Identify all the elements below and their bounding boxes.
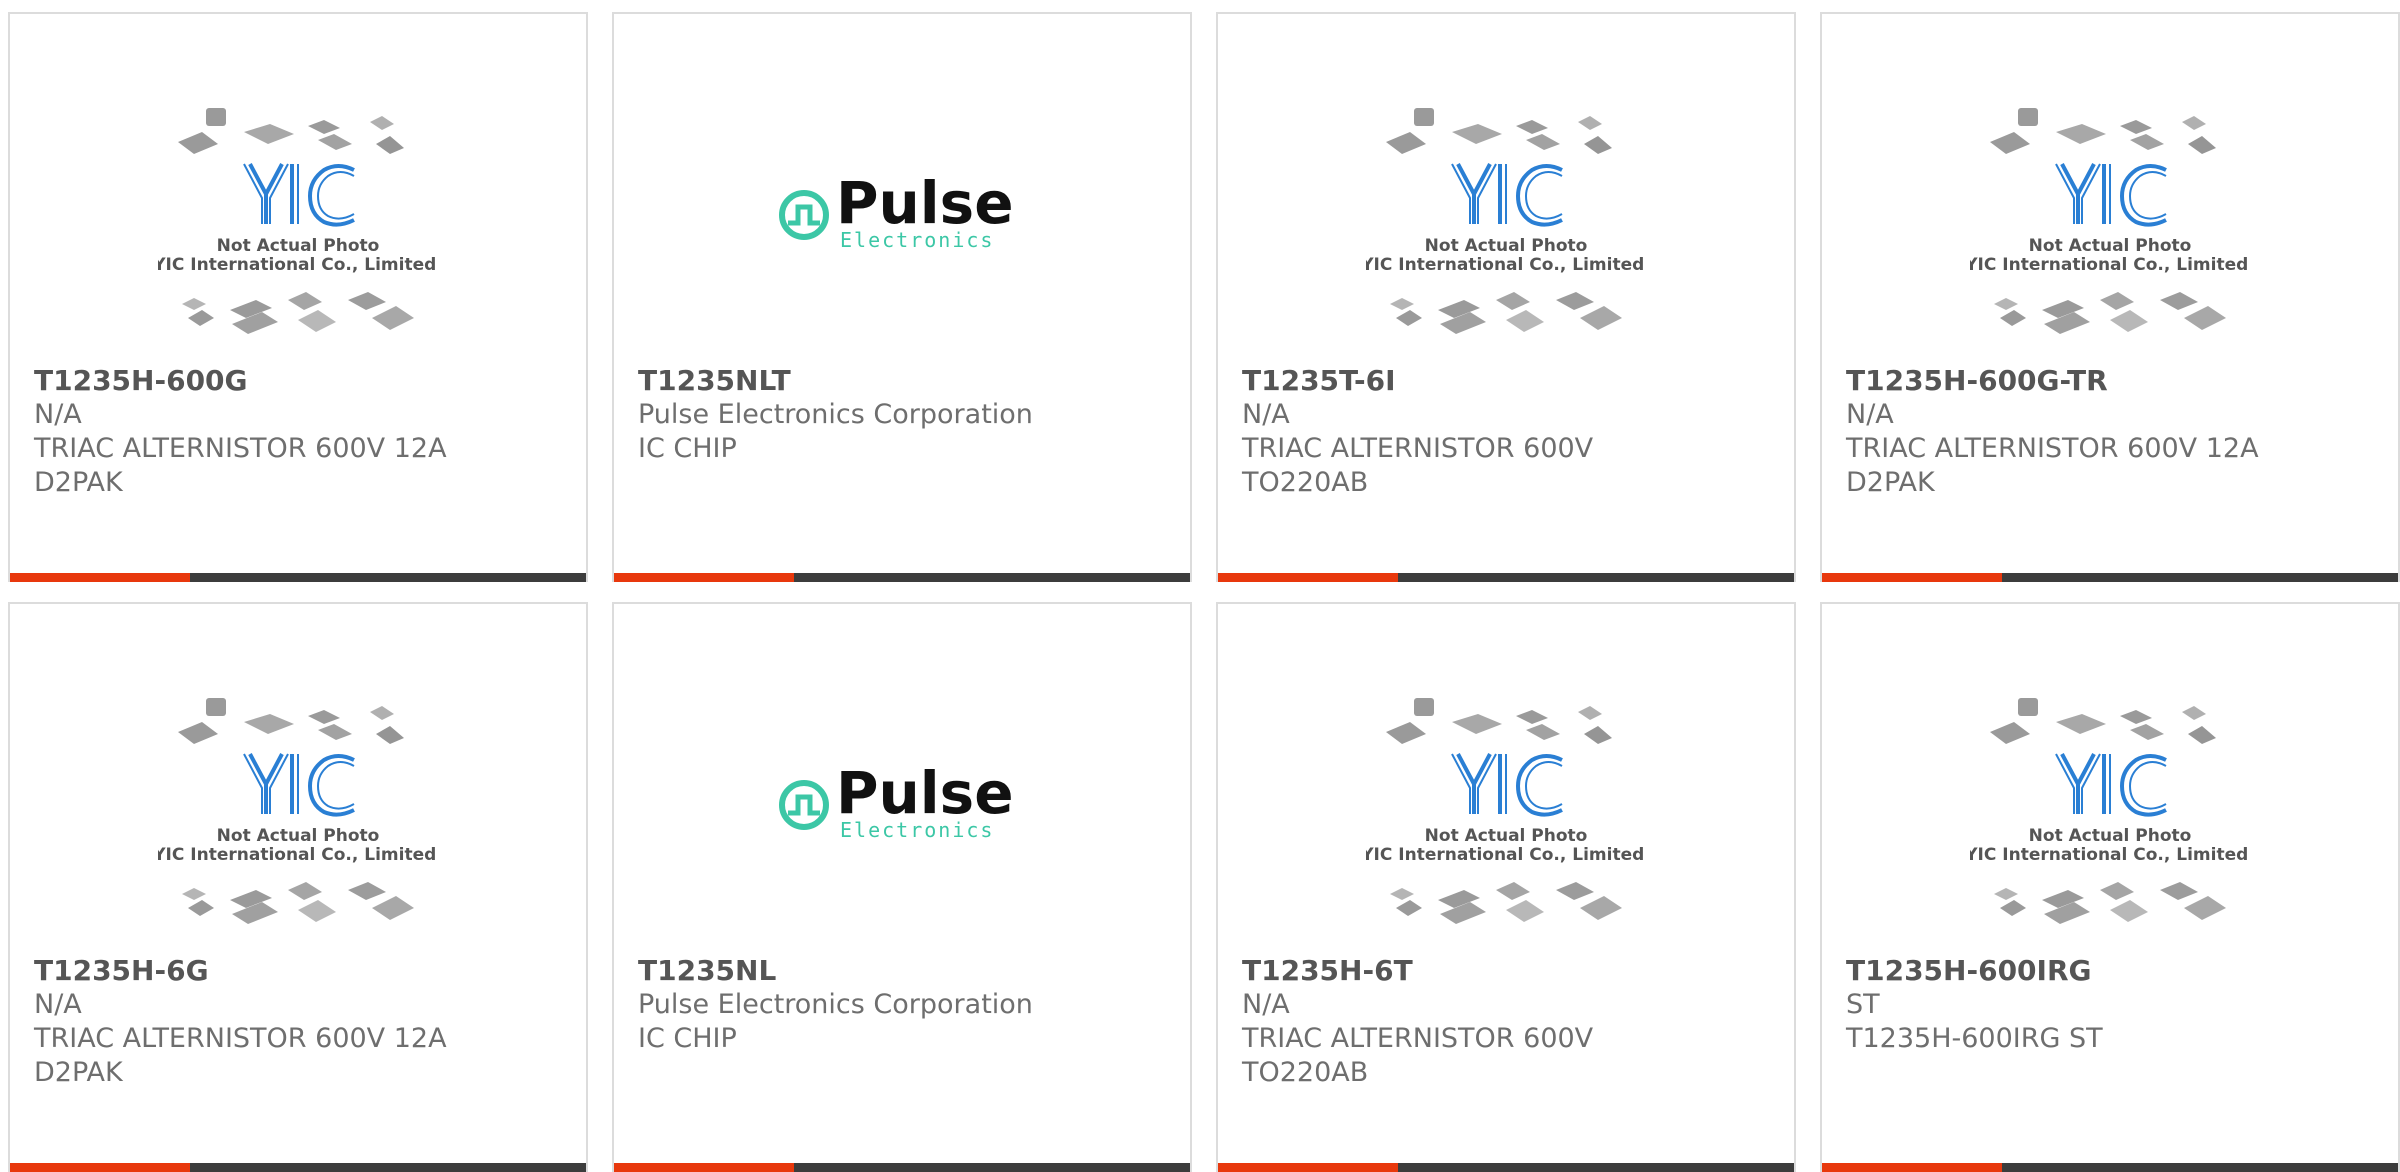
- product-description: T1235H-600IRG ST: [1846, 1023, 2103, 1054]
- product-card[interactable]: Pulse Electronics T1235NL Pulse Electroni…: [612, 602, 1192, 1172]
- product-manufacturer: Pulse Electronics Corporation: [638, 399, 1033, 430]
- product-part-number[interactable]: T1235H-6G: [34, 954, 574, 988]
- yic-placeholder-icon: Not Actual Photo YIC International Co., …: [1366, 698, 1646, 924]
- product-thumbnail[interactable]: Not Actual Photo YIC International Co., …: [1822, 104, 2398, 374]
- product-info: T1235NL Pulse Electronics Corporation IC C…: [638, 954, 1178, 1056]
- pulse-logo-sub: Electronics: [840, 228, 994, 252]
- yic-placeholder-icon: Not Actual Photo YIC International Co., …: [1970, 698, 2250, 924]
- product-package: D2PAK: [34, 467, 123, 498]
- yic-placeholder-icon: Not Actual Photo YIC International Co., …: [1970, 108, 2250, 334]
- card-footer-bar: [10, 573, 586, 582]
- product-package: TO220AB: [1242, 1057, 1369, 1088]
- yic-caption-line2: YIC International Co., Limited.: [1970, 255, 2250, 275]
- product-manufacturer: N/A: [1242, 989, 1290, 1020]
- card-footer-accent: [10, 1163, 190, 1172]
- yic-placeholder-icon: Not Actual Photo YIC International Co., …: [158, 108, 438, 334]
- card-footer-bar: [1822, 573, 2398, 582]
- yic-caption-line2: YIC International Co., Limited.: [158, 255, 438, 275]
- product-package: D2PAK: [34, 1057, 123, 1088]
- card-footer-accent: [1822, 1163, 2002, 1172]
- card-footer-accent: [614, 573, 794, 582]
- card-footer-bar: [1822, 1163, 2398, 1172]
- yic-caption-line1: Not Actual Photo: [217, 236, 380, 256]
- product-info: T1235H-6G N/A TRIAC ALTERNISTOR 600V 12A D2…: [34, 954, 574, 1090]
- card-footer-accent: [10, 573, 190, 582]
- product-manufacturer: N/A: [1846, 399, 1894, 430]
- product-card[interactable]: Not Actual Photo YIC International Co., …: [1216, 602, 1796, 1172]
- product-description: TRIAC ALTERNISTOR 600V 12A: [1846, 433, 2259, 464]
- yic-caption-line2: YIC International Co., Limited.: [1366, 845, 1646, 865]
- product-description: TRIAC ALTERNISTOR 600V: [1242, 1023, 1594, 1054]
- product-thumbnail[interactable]: Not Actual Photo YIC International Co., …: [10, 104, 586, 374]
- card-footer-bar: [614, 1163, 1190, 1172]
- product-card[interactable]: Not Actual Photo YIC International Co., …: [1216, 12, 1796, 582]
- product-part-number[interactable]: T1235H-6T: [1242, 954, 1782, 988]
- yic-caption-line1: Not Actual Photo: [1425, 826, 1588, 846]
- product-thumbnail[interactable]: Not Actual Photo YIC International Co., …: [1218, 104, 1794, 374]
- product-card[interactable]: Not Actual Photo YIC International Co., …: [8, 12, 588, 582]
- product-card[interactable]: Not Actual Photo YIC International Co., …: [8, 602, 588, 1172]
- card-footer-bar: [1218, 1163, 1794, 1172]
- yic-caption-line2: YIC International Co., Limited.: [1366, 255, 1646, 275]
- product-info: T1235H-600G N/A TRIAC ALTERNISTOR 600V 12A…: [34, 364, 574, 500]
- product-manufacturer: Pulse Electronics Corporation: [638, 989, 1033, 1020]
- product-info: T1235T-6I N/A TRIAC ALTERNISTOR 600V TO220A…: [1242, 364, 1782, 500]
- pulse-logo-name: Pulse: [836, 169, 1014, 237]
- product-thumbnail[interactable]: Not Actual Photo YIC International Co., …: [1218, 694, 1794, 964]
- product-thumbnail[interactable]: Not Actual Photo YIC International Co., …: [1822, 694, 2398, 964]
- card-footer-accent: [614, 1163, 794, 1172]
- product-info: T1235H-600G-TR N/A TRIAC ALTERNISTOR 600V …: [1846, 364, 2386, 500]
- product-package: D2PAK: [1846, 467, 1935, 498]
- card-footer-accent: [1218, 573, 1398, 582]
- card-footer-bar: [614, 573, 1190, 582]
- product-part-number[interactable]: T1235NLT: [638, 364, 1178, 398]
- product-package: TO220AB: [1242, 467, 1369, 498]
- yic-caption-line1: Not Actual Photo: [2029, 826, 2192, 846]
- yic-caption-line1: Not Actual Photo: [2029, 236, 2192, 256]
- product-info: T1235H-600IRG ST T1235H-600IRG ST: [1846, 954, 2386, 1056]
- pulse-electronics-logo-icon: Pulse Electronics: [779, 169, 1014, 252]
- product-part-number[interactable]: T1235NL: [638, 954, 1178, 988]
- yic-placeholder-icon: Not Actual Photo YIC International Co., …: [158, 698, 438, 924]
- product-description: IC CHIP: [638, 1023, 737, 1054]
- yic-caption-line1: Not Actual Photo: [1425, 236, 1588, 256]
- card-footer-accent: [1822, 573, 2002, 582]
- pulse-electronics-logo-icon: Pulse Electronics: [779, 759, 1014, 842]
- product-card[interactable]: Pulse Electronics T1235NLT Pulse Electron…: [612, 12, 1192, 582]
- yic-placeholder-icon: Not Actual Photo YIC International Co., …: [1366, 108, 1646, 334]
- product-description: TRIAC ALTERNISTOR 600V 12A: [34, 433, 447, 464]
- product-card[interactable]: Not Actual Photo YIC International Co., …: [1820, 602, 2400, 1172]
- product-manufacturer: N/A: [1242, 399, 1290, 430]
- yic-caption-line2: YIC International Co., Limited.: [1970, 845, 2250, 865]
- product-info: T1235NLT Pulse Electronics Corporation IC …: [638, 364, 1178, 466]
- yic-caption-line1: Not Actual Photo: [217, 826, 380, 846]
- product-part-number[interactable]: T1235H-600G: [34, 364, 574, 398]
- product-description: IC CHIP: [638, 433, 737, 464]
- card-footer-bar: [1218, 573, 1794, 582]
- card-footer-accent: [1218, 1163, 1398, 1172]
- product-description: TRIAC ALTERNISTOR 600V 12A: [34, 1023, 447, 1054]
- product-description: TRIAC ALTERNISTOR 600V: [1242, 433, 1594, 464]
- card-footer-bar: [10, 1163, 586, 1172]
- product-manufacturer: ST: [1846, 989, 1880, 1020]
- product-thumbnail[interactable]: Not Actual Photo YIC International Co., …: [10, 694, 586, 964]
- product-manufacturer: N/A: [34, 399, 82, 430]
- product-part-number[interactable]: T1235H-600G-TR: [1846, 364, 2386, 398]
- pulse-logo-sub: Electronics: [840, 818, 994, 842]
- product-info: T1235H-6T N/A TRIAC ALTERNISTOR 600V TO220A…: [1242, 954, 1782, 1090]
- yic-caption-line2: YIC International Co., Limited.: [158, 845, 438, 865]
- product-part-number[interactable]: T1235H-600IRG: [1846, 954, 2386, 988]
- product-card[interactable]: Not Actual Photo YIC International Co., …: [1820, 12, 2400, 582]
- pulse-logo-name: Pulse: [836, 759, 1014, 827]
- product-part-number[interactable]: T1235T-6I: [1242, 364, 1782, 398]
- product-manufacturer: N/A: [34, 989, 82, 1020]
- product-grid: Not Actual Photo YIC International Co., …: [0, 0, 2400, 1172]
